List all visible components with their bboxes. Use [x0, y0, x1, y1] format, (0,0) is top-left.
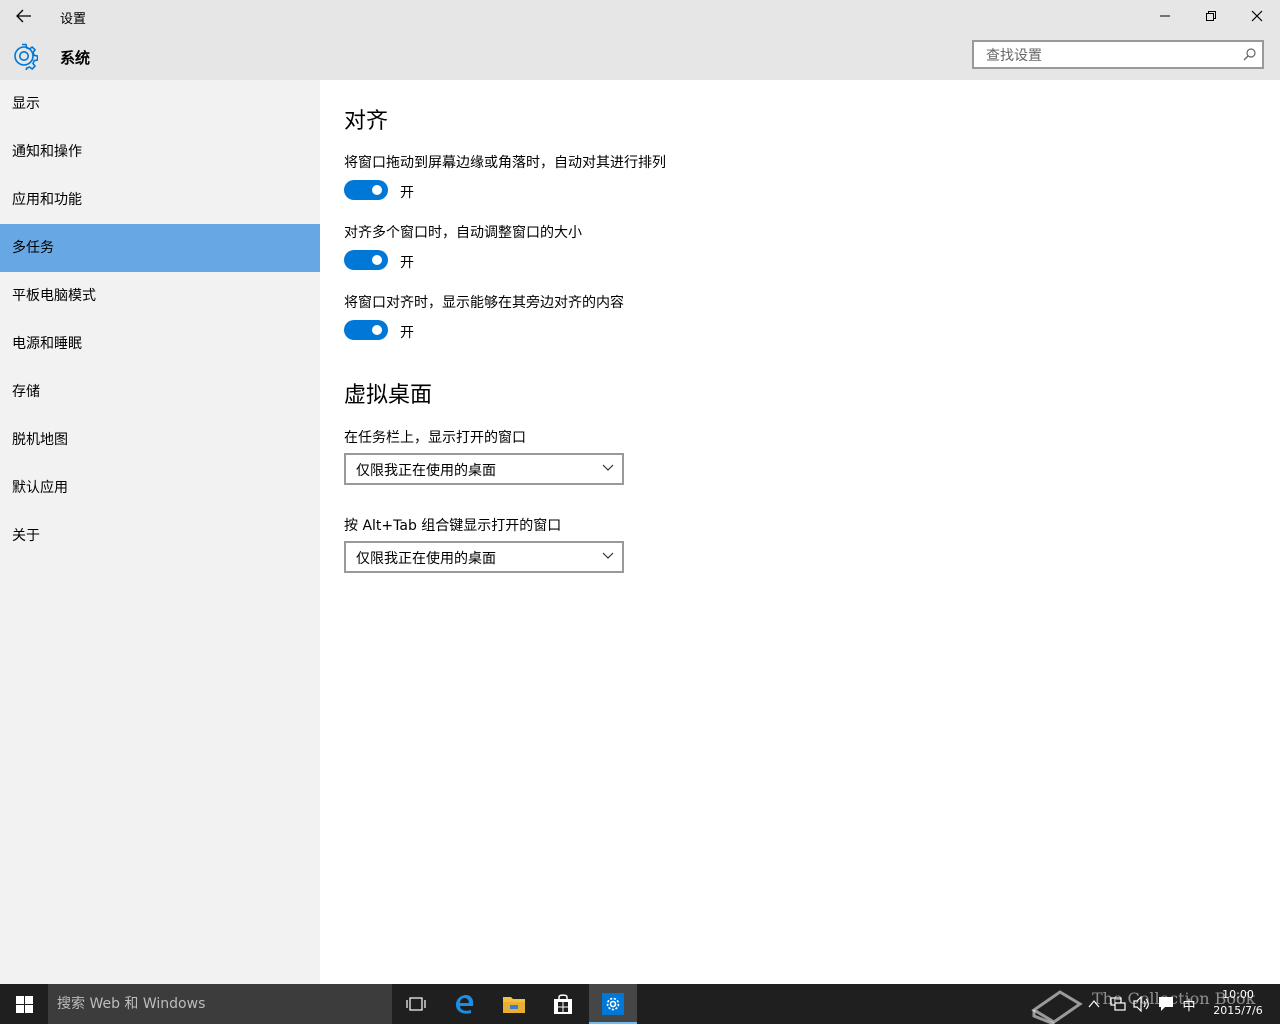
taskbar-search-box[interactable]: 搜索 Web 和 Windows	[48, 984, 392, 1024]
sidebar-item-notifications[interactable]: 通知和操作	[0, 128, 320, 176]
maximize-button[interactable]	[1188, 0, 1234, 32]
sidebar-item-offline-maps[interactable]: 脱机地图	[0, 416, 320, 464]
clock-time: 10:00	[1222, 988, 1254, 1001]
snap-arrange-toggle[interactable]	[344, 180, 388, 200]
title-bar: 设置	[0, 0, 1280, 32]
back-arrow-icon	[16, 9, 31, 23]
close-icon	[1251, 10, 1263, 22]
section-heading-virtual-desktops: 虚拟桌面	[344, 383, 433, 408]
volume-icon	[1133, 996, 1149, 1012]
sidebar-item-power-sleep[interactable]: 电源和睡眠	[0, 320, 320, 368]
store-button[interactable]	[539, 984, 587, 1024]
setting-label: 将窗口对齐时，显示能够在其旁边对齐的内容	[344, 295, 624, 311]
snap-assist-toggle[interactable]	[344, 320, 388, 340]
toggle-state-label: 开	[400, 185, 414, 201]
action-center-icon	[1159, 997, 1173, 1011]
network-icon	[1110, 997, 1126, 1011]
maximize-icon	[1206, 11, 1216, 21]
store-icon	[554, 994, 572, 1014]
section-heading-snap: 对齐	[344, 109, 389, 134]
sidebar-item-multitasking[interactable]: 多任务	[0, 224, 320, 272]
setting-label: 将窗口拖动到屏幕边缘或角落时，自动对其进行排列	[344, 155, 666, 171]
windows-logo-icon	[15, 995, 33, 1013]
gear-icon	[14, 43, 38, 70]
sidebar-item-display[interactable]: 显示	[0, 80, 320, 128]
toggle-state-label: 开	[400, 255, 414, 271]
back-button[interactable]	[8, 4, 40, 28]
minimize-icon	[1160, 15, 1170, 17]
setting-label: 在任务栏上，显示打开的窗口	[344, 430, 526, 446]
sidebar-item-tablet-mode[interactable]: 平板电脑模式	[0, 272, 320, 320]
clock-date: 2015/7/6	[1213, 1004, 1263, 1017]
task-view-button[interactable]	[392, 984, 440, 1024]
sidebar-item-apps[interactable]: 应用和功能	[0, 176, 320, 224]
search-box[interactable]	[972, 40, 1264, 69]
snap-resize-toggle[interactable]	[344, 250, 388, 270]
volume-button[interactable]	[1130, 984, 1154, 1024]
main-content: 对齐 将窗口拖动到屏幕边缘或角落时，自动对其进行排列 开 对齐多个窗口时，自动调…	[320, 80, 1280, 984]
window-title: 设置	[60, 12, 87, 27]
edge-icon	[456, 995, 474, 1014]
clock[interactable]: 10:00 2015/7/6	[1200, 987, 1276, 1019]
settings-header: 系统	[0, 32, 1280, 80]
edge-button[interactable]	[441, 984, 489, 1024]
task-view-icon	[406, 997, 426, 1011]
sidebar-item-storage[interactable]: 存储	[0, 368, 320, 416]
book-icon	[1031, 990, 1083, 1024]
close-button[interactable]	[1234, 0, 1280, 32]
settings-app-button[interactable]	[589, 984, 637, 1024]
chevron-up-icon	[1088, 1000, 1100, 1008]
settings-app-icon	[602, 993, 624, 1015]
chevron-down-icon	[602, 552, 614, 559]
dropdown-value: 仅限我正在使用的桌面	[356, 463, 496, 479]
sidebar-item-default-apps[interactable]: 默认应用	[0, 464, 320, 512]
ime-indicator[interactable]: 中	[1178, 984, 1200, 1024]
chevron-down-icon	[602, 464, 614, 471]
search-input[interactable]	[984, 46, 1238, 66]
taskbar: 搜索 Web 和 Windows The Collection Book 中 1…	[0, 984, 1280, 1024]
start-button[interactable]	[0, 984, 48, 1024]
show-hidden-icons-button[interactable]	[1084, 984, 1104, 1024]
file-explorer-button[interactable]	[490, 984, 538, 1024]
action-center-button[interactable]	[1154, 984, 1178, 1024]
toggle-state-label: 开	[400, 325, 414, 341]
network-button[interactable]	[1106, 984, 1130, 1024]
taskbar-windows-dropdown[interactable]: 仅限我正在使用的桌面	[344, 453, 624, 485]
setting-label: 对齐多个窗口时，自动调整窗口的大小	[344, 225, 582, 241]
minimize-button[interactable]	[1142, 0, 1188, 32]
alt-tab-windows-dropdown[interactable]: 仅限我正在使用的桌面	[344, 541, 624, 573]
page-title: 系统	[60, 49, 91, 67]
sidebar: 显示 通知和操作 应用和功能 多任务 平板电脑模式 电源和睡眠 存储 脱机地图 …	[0, 80, 320, 984]
setting-label: 按 Alt+Tab 组合键显示打开的窗口	[344, 518, 562, 534]
search-icon[interactable]	[1243, 48, 1256, 61]
file-explorer-icon	[503, 997, 525, 1013]
dropdown-value: 仅限我正在使用的桌面	[356, 551, 496, 567]
sidebar-item-about[interactable]: 关于	[0, 512, 320, 560]
